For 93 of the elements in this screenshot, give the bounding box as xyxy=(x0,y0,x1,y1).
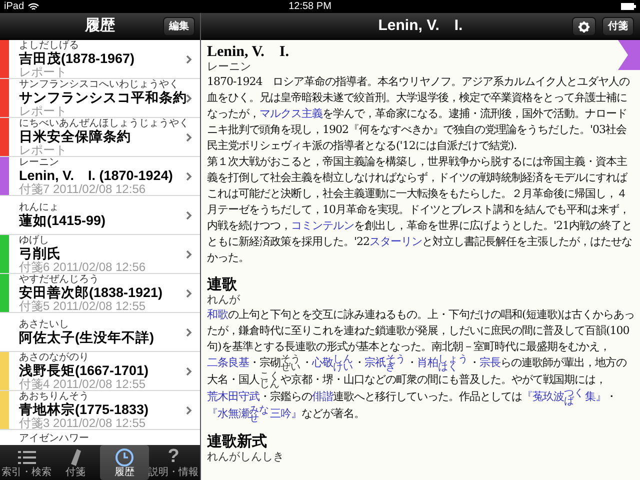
entry-note: レポート xyxy=(19,104,67,118)
entry-title: 吉田茂(1878-1967) xyxy=(19,50,136,66)
wifi-icon xyxy=(28,2,40,10)
settings-button[interactable] xyxy=(572,17,596,36)
chevron-icon xyxy=(186,406,192,414)
entry-reading: アイゼンハワー xyxy=(19,433,90,444)
entry-title: 弓削氏 xyxy=(19,246,62,260)
entry-note: 付箋5 2011/02/08 12:55 xyxy=(19,300,146,312)
entry-reading: にちべいあんぜんほしょうじょうやく xyxy=(19,118,186,128)
tab-button[interactable]: 索引・検索 xyxy=(2,445,51,480)
link[interactable]: 『水無瀬 xyxy=(207,407,249,420)
clock-time: 12:58 PM xyxy=(288,0,332,13)
entry-reading: あおちりんそう xyxy=(19,390,90,402)
gear-icon xyxy=(578,20,590,32)
ruby-reading: みなせ xyxy=(249,406,270,423)
entry-reading: れんが xyxy=(207,294,241,307)
ruby-reading: しんけい xyxy=(333,355,354,372)
link[interactable]: 肖柏 xyxy=(417,356,438,369)
chevron-icon xyxy=(186,94,192,102)
sidebar-title: 履歴 xyxy=(85,16,115,36)
history-row[interactable]: サンフランシスコへいわじょうやく サンフランシスコ平和条約 レポート xyxy=(0,79,200,118)
entry-note: レポート xyxy=(19,144,68,156)
clock-icon xyxy=(115,448,134,466)
link[interactable]: 『菟玖波 xyxy=(522,390,564,403)
tab-button[interactable]: ? 説明・情報 xyxy=(149,445,198,480)
link[interactable]: 荒木田守武 xyxy=(207,390,260,403)
entry-reading: レーニン xyxy=(19,156,60,168)
tab-button[interactable]: 付箋 xyxy=(51,445,100,480)
entry-note: 付箋6 2011/02/08 12:56 xyxy=(19,260,147,274)
history-row[interactable]: やすだぜんじろう 安田善次郎(1838-1921) 付箋5 2011/02/08 12:55 xyxy=(0,274,200,313)
tag-button[interactable]: 付箋 xyxy=(602,17,634,36)
entry-reading: れんがしんしき xyxy=(207,451,285,464)
entry-title: 浅野長矩(1667-1701) xyxy=(19,362,150,378)
entry-heading: 連歌新式 xyxy=(207,433,268,451)
link[interactable]: 宗祇 xyxy=(364,356,386,369)
chevron-icon xyxy=(186,172,192,180)
link[interactable]: コミンテルン xyxy=(291,219,354,232)
entry-title: 阿佐太子(生没年不詳) xyxy=(19,330,155,345)
chevron-icon xyxy=(186,54,192,64)
ruby-reading: つくば xyxy=(564,389,585,406)
chevron-icon xyxy=(186,210,192,220)
tab-button[interactable]: 履歴 xyxy=(100,445,149,480)
entry-body: 第１次大戦がおこると，帝国主義論を構築し，世界戦争から脱するには帝国主義・資本主義を打倒して社会主義を樹立しなければならず，ドイツの戦時統制経済をモデルにすればこれは可能だと決断し，社会主義運動に一大転換をもたらした。２月革命後に帰国し，４月テーゼをうちだして，10月革命を実現。ドイツとブレスト講和を結んでも平和は来ず，内戦を続けつつ，コミンテルンを創出し，革命を世界に広げようとした。'21内戦の終了とともに新経済政策を採用した。'22スターリン と対立し書記長解任を主張したが，はたせなかった。 xyxy=(207,154,634,266)
history-row[interactable]: あおちりんそう 青地林宗(1775-1833) 付箋3 2011/02/08 12:55 xyxy=(0,391,200,430)
ruby-reading: そうぎ xyxy=(386,355,406,372)
entry-note: 付箋7 2011/02/08 12:56 xyxy=(19,182,146,196)
chevron-icon xyxy=(186,250,192,258)
entry-heading: Lenin, V. I. xyxy=(207,43,290,61)
entry-note: レポート xyxy=(19,66,67,78)
chevron-icon xyxy=(186,328,192,336)
entry-body: 1870-1924 ロシア革命の指導者。本名ウリヤノフ。アジア系カルムイク人とユダヤ人の血をひく。兄は皇帝暗殺未遂で絞首刑。大学退学後，検定で卒業資格をとって弁護士補になったが，マルクス主義を学んで，革命家になる。逮捕・流刑後，国外で活動。ナロードニキ批判で頭角を現し，1902『何をなすべきか』で独自の党理論をうちだした。'03社会民主党ボリシェヴィキ派の指導者となる('12には自派だけで結党). xyxy=(207,74,631,154)
entry-reading: サンフランシスコへいわじょうやく xyxy=(19,78,180,90)
entry-heading: 連歌 xyxy=(207,276,238,294)
link[interactable]: 俳諧 xyxy=(312,390,333,403)
entry-reading: れんにょ xyxy=(19,202,60,213)
chevron-icon xyxy=(186,132,192,142)
entry-note: 付箋4 2011/02/08 12:55 xyxy=(19,378,146,390)
entry-title: 安田善次郎(1838-1921) xyxy=(19,284,164,300)
entry-title: 日米安全保障条約 xyxy=(19,128,132,144)
link[interactable]: 集』 xyxy=(585,390,606,403)
device-name: iPad xyxy=(4,0,24,13)
chevron-icon xyxy=(186,288,192,298)
entry-title: 蓮如(1415-99) xyxy=(19,213,107,228)
battery-icon xyxy=(621,3,636,10)
ruby-reading: しょうはく xyxy=(438,355,469,372)
link[interactable]: 宗長 xyxy=(480,356,500,369)
link[interactable]: スターリン xyxy=(370,235,422,248)
entry-reading: ゆげし xyxy=(19,234,50,246)
link[interactable]: マルクス主義 xyxy=(260,107,322,120)
ruby-reading: こくじん xyxy=(260,372,280,389)
link[interactable]: 三吟』 xyxy=(270,407,302,420)
question-mark-icon: ? xyxy=(168,447,180,467)
entry-reading: あさのながのり xyxy=(19,352,90,362)
bookmark-ribbon xyxy=(618,40,640,70)
list-icon xyxy=(16,448,36,466)
history-row[interactable]: あさのながのり 浅野長矩(1667-1701) 付箋4 2011/02/08 12:55 xyxy=(0,352,200,391)
entry-title: 青地林宗(1775-1833) xyxy=(19,402,150,416)
edit-button[interactable]: 編集 xyxy=(163,17,195,36)
link[interactable]: 二条良基 xyxy=(207,356,249,369)
history-row[interactable]: レーニン Lenin, V. I. (1870-1924) 付箋7 2011/02/08 12:56 xyxy=(0,157,200,196)
entry-reading: あさたいし xyxy=(19,319,70,330)
ruby-reading: そうぜい xyxy=(280,355,302,372)
link[interactable]: 和歌 xyxy=(207,308,228,321)
entry-reading: やすだぜんじろう xyxy=(19,274,100,284)
entry-title: Lenin, V. I. (1870-1924) xyxy=(19,168,174,182)
history-row[interactable]: にちべいあんぜんほしょうじょうやく 日米安全保障条約 レポート xyxy=(0,118,200,157)
detail-title: Lenin, V. I. xyxy=(378,16,463,36)
link[interactable]: 心敬 xyxy=(312,356,333,369)
entry-title: サンフランシスコ平和条約 xyxy=(19,90,186,104)
entry-note: 付箋3 2011/02/08 12:55 xyxy=(19,416,146,430)
history-row[interactable]: ゆげし 弓削氏 付箋6 2011/02/08 12:56 xyxy=(0,235,200,274)
chevron-icon xyxy=(186,366,192,376)
entry-reading: レーニン xyxy=(207,61,252,74)
